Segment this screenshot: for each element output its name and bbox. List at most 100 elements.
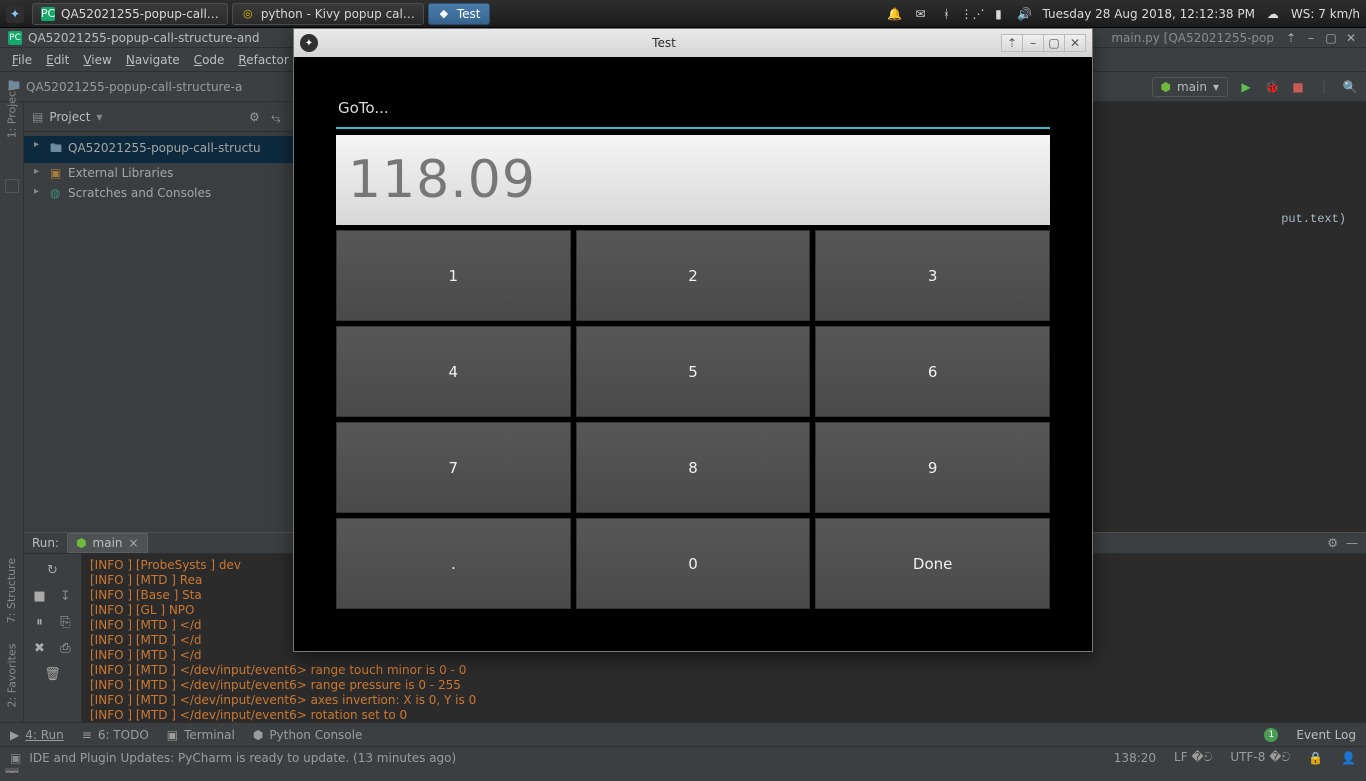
ide-maximize-icon[interactable]: ▢ — [1324, 31, 1338, 45]
rerun-icon[interactable]: ↻ — [43, 560, 63, 580]
key-8[interactable]: 8 — [576, 422, 811, 513]
window-pin-icon[interactable]: ⇡ — [1001, 34, 1023, 52]
volume-icon[interactable]: 🔊 — [1016, 6, 1032, 22]
window-close-icon[interactable]: ✕ — [1064, 34, 1086, 52]
window-maximize-icon[interactable]: ▢ — [1043, 34, 1065, 52]
menu-file[interactable]: File — [6, 51, 38, 69]
down-icon[interactable]: ↧ — [56, 586, 76, 606]
bottom-tool-strip: ▶ 4: Run ≡ 6: TODO ▣ Terminal ⬢ Python C… — [0, 722, 1366, 746]
run-icon[interactable]: ▶ — [1238, 79, 1254, 95]
taskbar-app-pycharm[interactable]: PC QA52021255-popup-call… — [32, 3, 228, 25]
project-panel-title[interactable]: Project — [49, 110, 90, 124]
window-minimize-icon[interactable]: – — [1022, 34, 1044, 52]
battery-icon[interactable]: ▮ — [990, 6, 1006, 22]
stop-icon[interactable]: ■ — [30, 586, 50, 606]
tool-todo[interactable]: ≡ 6: TODO — [82, 728, 149, 742]
status-message[interactable]: IDE and Plugin Updates: PyCharm is ready… — [29, 751, 456, 765]
menu-view[interactable]: View — [77, 51, 117, 69]
key-5[interactable]: 5 — [576, 326, 811, 417]
breadcrumb[interactable]: QA52021255-popup-call-structure-a — [26, 80, 242, 94]
key-4[interactable]: 4 — [336, 326, 571, 417]
tree-node-project-root[interactable]: 🖿QA52021255-popup-call-structu — [24, 136, 293, 163]
clock[interactable]: Tuesday 28 Aug 2018, 12:12:38 PM — [1042, 7, 1254, 21]
run-config-name: main — [1177, 80, 1207, 94]
tool-terminal[interactable]: ▣ Terminal — [167, 728, 235, 742]
gear-icon[interactable]: ⚙ — [1327, 536, 1338, 550]
run-gutter: ↻ ■ ↧ ⏸ ⎘ ✖ ⎙ 🗑 — [24, 554, 82, 727]
library-icon: ▣ — [50, 166, 64, 180]
gutter-tab-project[interactable]: 1: Project — [5, 87, 18, 139]
ide-close-icon[interactable]: ✕ — [1344, 31, 1358, 45]
system-tray: 🔔 ✉ ᚼ ⋮⋰ ▮ 🔊 Tuesday 28 Aug 2018, 12:12:… — [886, 6, 1360, 22]
taskbar-app-kivy[interactable]: ◆ Test — [428, 3, 490, 25]
popup-content: GoTo... 118.09 1 2 3 4 5 6 7 8 9 . 0 Don… — [336, 99, 1050, 609]
hector-icon[interactable]: 👤 — [1341, 751, 1356, 765]
key-2[interactable]: 2 — [576, 230, 811, 321]
chevron-down-icon[interactable]: ▾ — [96, 110, 102, 124]
gear-icon[interactable]: ⚙ — [249, 110, 263, 124]
key-0[interactable]: 0 — [576, 518, 811, 609]
popup-divider — [336, 127, 1050, 129]
x-icon[interactable]: ✖ — [30, 638, 50, 658]
menu-navigate[interactable]: Navigate — [120, 51, 186, 69]
kivy-titlebar[interactable]: ✦ Test ⇡ – ▢ ✕ — [294, 29, 1092, 57]
encoding[interactable]: UTF-8 �ව — [1230, 750, 1290, 765]
run-tab[interactable]: ⬢ main × — [67, 533, 148, 553]
chrome-icon: ◎ — [241, 7, 255, 21]
scratch-icon: ◍ — [50, 186, 64, 200]
filter-icon[interactable]: ⎘ — [56, 612, 76, 632]
project-combo-icon[interactable]: ▤ — [32, 110, 43, 124]
tool-run[interactable]: ▶ 4: Run — [10, 728, 64, 742]
key-7[interactable]: 7 — [336, 422, 571, 513]
numeric-display[interactable]: 118.09 — [336, 135, 1050, 225]
gutter-square-icon[interactable] — [5, 179, 19, 193]
run-config-selector[interactable]: ⬢ main ▾ — [1152, 77, 1229, 97]
line-ending[interactable]: LF �ව — [1174, 750, 1212, 765]
python-icon: ⬢ — [1161, 80, 1171, 94]
console-line: [INFO ] [MTD ] </dev/input/event6> range… — [90, 678, 1358, 693]
key-done[interactable]: Done — [815, 518, 1050, 609]
key-dot[interactable]: . — [336, 518, 571, 609]
search-icon[interactable]: 🔍 — [1342, 79, 1358, 95]
ide-pin-icon[interactable]: ⇡ — [1284, 31, 1298, 45]
menu-edit[interactable]: Edit — [40, 51, 75, 69]
tree-node-external-libs[interactable]: ▣External Libraries — [24, 163, 293, 183]
ide-minimize-icon[interactable]: – — [1304, 31, 1318, 45]
bell-icon[interactable]: 🔔 — [886, 6, 902, 22]
window-icon[interactable]: ▣ — [10, 751, 21, 765]
weather-icon[interactable]: ☁ — [1265, 6, 1281, 22]
menu-code[interactable]: Code — [188, 51, 231, 69]
event-log[interactable]: Event Log — [1296, 728, 1356, 742]
debug-icon[interactable]: 🐞 — [1264, 79, 1280, 95]
ide-title-left: QA52021255-popup-call-structure-and — [28, 31, 260, 45]
collapse-icon[interactable]: ⥃ — [271, 110, 285, 124]
taskbar-app-label: Test — [457, 7, 481, 21]
keypad: 1 2 3 4 5 6 7 8 9 . 0 Done — [336, 230, 1050, 609]
key-1[interactable]: 1 — [336, 230, 571, 321]
python-icon: ⬢ — [76, 536, 86, 550]
key-9[interactable]: 9 — [815, 422, 1050, 513]
taskbar-app-label: QA52021255-popup-call… — [61, 7, 219, 21]
key-3[interactable]: 3 — [815, 230, 1050, 321]
launcher-button[interactable]: ✦ — [6, 5, 24, 23]
gutter-tab-structure[interactable]: 7: Structure — [6, 558, 19, 623]
mail-icon[interactable]: ✉ — [912, 6, 928, 22]
stop-icon[interactable]: ■ — [1290, 79, 1306, 95]
menu-refactor[interactable]: Refactor — [232, 51, 294, 69]
wifi-icon[interactable]: ⋮⋰ — [964, 6, 980, 22]
minimize-icon[interactable]: — — [1346, 536, 1358, 550]
pause-icon[interactable]: ⏸ — [30, 612, 50, 632]
console-line: [INFO ] [MTD ] </dev/input/event6> axes … — [90, 693, 1358, 708]
gutter-tab-favorites[interactable]: 2: Favorites — [6, 644, 19, 708]
tool-python-console[interactable]: ⬢ Python Console — [253, 728, 363, 742]
trash-icon[interactable]: 🗑 — [43, 664, 63, 684]
caret-position[interactable]: 138:20 — [1114, 751, 1156, 765]
run-label: Run: — [32, 536, 59, 550]
bluetooth-icon[interactable]: ᚼ — [938, 6, 954, 22]
taskbar-app-chrome[interactable]: ◎ python - Kivy popup cal… — [232, 3, 424, 25]
close-icon[interactable]: × — [129, 536, 139, 550]
lock-icon[interactable]: 🔒 — [1308, 751, 1323, 765]
tree-node-scratches[interactable]: ◍Scratches and Consoles — [24, 183, 293, 203]
print-icon[interactable]: ⎙ — [56, 638, 76, 658]
key-6[interactable]: 6 — [815, 326, 1050, 417]
